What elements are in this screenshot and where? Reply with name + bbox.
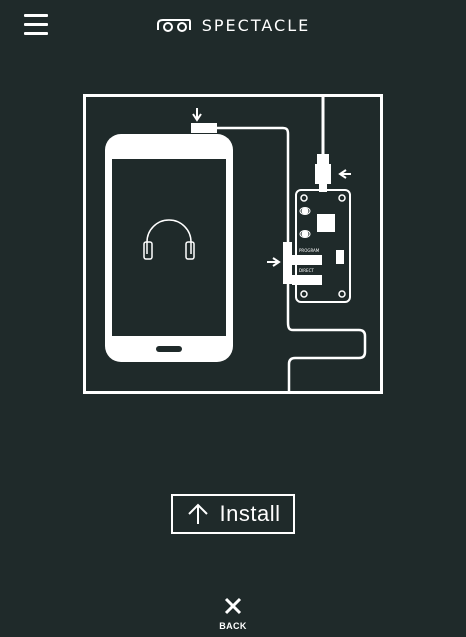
back-button[interactable]: BACK [203,596,263,636]
phone-connector [191,108,217,133]
brand-name: SPECTACLE [201,15,311,35]
board-label-direct: DIRECT [299,268,314,273]
setup-illustration: PROGRAM DIRECT [83,94,383,394]
board-graphic: PROGRAM DIRECT [295,189,351,303]
spectacles-logo-icon [156,19,191,32]
app-brand: SPECTACLE [0,12,466,38]
install-button[interactable]: Install [171,494,295,534]
usb-cable [315,97,351,192]
phone-graphic [105,134,233,362]
close-icon [224,597,242,615]
output-cable [286,284,367,392]
back-label: BACK [219,621,247,631]
arrow-up-icon [187,503,208,524]
board-label-program: PROGRAM [299,248,320,253]
install-label: Install [219,501,281,526]
